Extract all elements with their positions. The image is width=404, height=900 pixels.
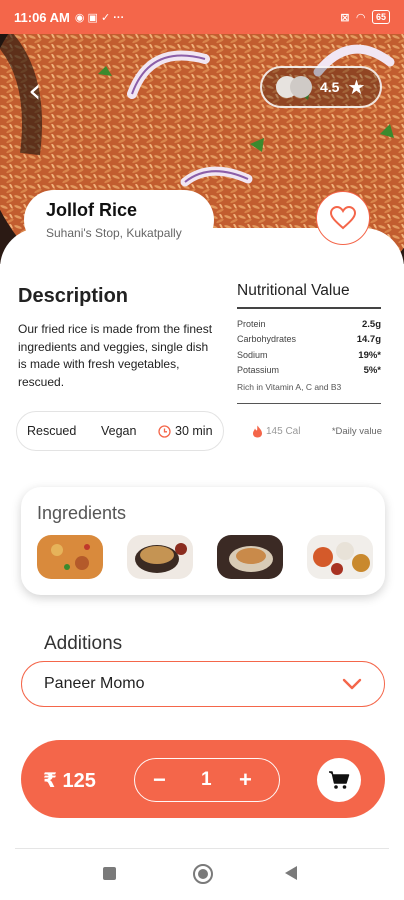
price: ₹ 125 (43, 770, 96, 792)
rating-badge: 4.5 ★ (260, 66, 382, 108)
prep-time-value: 30 min (175, 424, 213, 438)
ingredients-heading: Ingredients (37, 503, 127, 523)
flame-icon (253, 425, 262, 438)
nutrition-heading: Nutritional Value (237, 282, 350, 299)
status-bar: 11:06 AM ◉ ▣ ✓ ··· ⊠ ◠ 65 (0, 0, 404, 34)
dish-tags: Rescued Vegan 30 min (16, 411, 224, 451)
nutrient-label: Carbohydrates (237, 334, 297, 344)
wifi-icon: ◠ (356, 11, 365, 24)
decrease-quantity-button[interactable]: − (153, 767, 166, 793)
dish-name: Jollof Rice (46, 200, 138, 220)
tag-vegan: Vegan (101, 424, 137, 438)
chevron-left-icon: ‹ (28, 71, 42, 111)
reviewer-avatars (276, 76, 312, 98)
calorie-row: 145 Cal *Daily value (252, 425, 382, 438)
status-time: 11:06 AM (14, 9, 70, 25)
heart-icon (330, 206, 356, 230)
nutrient-value: 14.7g (356, 334, 381, 345)
increase-quantity-button[interactable]: + (239, 767, 252, 793)
nutrient-label: Potassium (237, 365, 280, 375)
ingredient-thumbnail[interactable] (217, 535, 283, 579)
ingredient-thumbnail[interactable] (37, 535, 103, 579)
tag-rescued: Rescued (27, 424, 77, 438)
rating-value: 4.5 (320, 79, 340, 95)
back-button[interactable]: ‹ (28, 74, 56, 108)
dish-title-card: Jollof Rice Suhani's Stop, Kukatpally (24, 190, 214, 250)
clock-icon (158, 424, 171, 438)
favorite-button[interactable] (316, 191, 370, 245)
add-to-cart-button[interactable] (317, 758, 361, 802)
recent-apps-button[interactable] (103, 867, 116, 880)
cart-icon (329, 771, 350, 789)
quantity-value: 1 (201, 769, 212, 790)
chevron-down-icon (342, 678, 362, 690)
signal-icon: ⊠ (340, 11, 350, 24)
nutrition-panel: Nutritional Value Protein 2.5g Carbohydr… (237, 282, 381, 404)
nutrient-value: 19%* (358, 349, 381, 361)
prep-time: 30 min (158, 424, 213, 438)
battery-level: 65 (375, 12, 386, 22)
ingredients-card: Ingredients (21, 487, 385, 595)
home-button[interactable] (193, 864, 213, 884)
nutrient-value: 5%* (363, 365, 381, 376)
nutrition-row: Potassium 5%* (237, 365, 381, 381)
notification-icon: ◉ ▣ ✓ ··· (74, 11, 125, 24)
nutrition-row: Protein 2.5g (237, 319, 381, 335)
daily-value-note: *Daily value (331, 426, 382, 437)
star-icon: ★ (347, 76, 366, 99)
restaurant-name: Suhani's Stop, Kukatpally (46, 226, 182, 240)
nutrient-value: 2.5g (361, 318, 381, 330)
system-back-button[interactable] (285, 866, 297, 880)
calories-value: 145 Cal (266, 426, 301, 437)
nutrition-row: Sodium 19%* (237, 350, 381, 366)
description-text: Our fried rice is made from the finest i… (18, 322, 213, 389)
calories: 145 Cal (252, 425, 300, 438)
nutrient-label: Sodium (237, 349, 268, 360)
ingredient-thumbnail[interactable] (127, 535, 193, 579)
divider (237, 307, 381, 309)
quantity-stepper: − 1 + (134, 758, 280, 802)
nutrition-row: Carbohydrates 14.7g (237, 334, 381, 350)
nutrient-label: Protein (237, 318, 266, 329)
vitamin-note: Rich in Vitamin A, C and B3 (237, 381, 342, 392)
system-nav-bar (0, 849, 404, 900)
additions-dropdown[interactable]: Paneer Momo (21, 661, 385, 707)
battery-icon: 65 (371, 10, 390, 24)
additions-selected-value: Paneer Momo (44, 675, 145, 692)
divider (237, 402, 381, 404)
ingredient-thumbnail[interactable] (307, 535, 373, 579)
add-to-cart-bar: ₹ 125 − 1 + (21, 740, 385, 818)
additions-heading: Additions (44, 633, 123, 654)
description-heading: Description (18, 285, 129, 307)
